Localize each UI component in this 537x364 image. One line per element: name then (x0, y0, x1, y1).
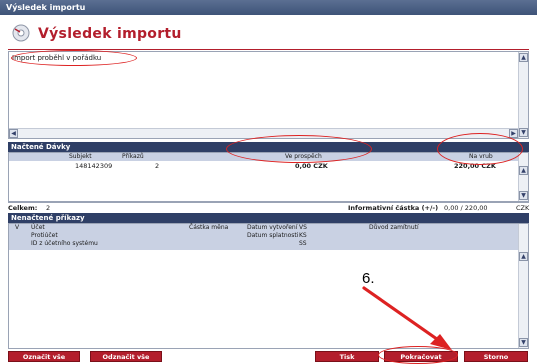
col-date-due: Datum splatnosti (247, 232, 299, 239)
col-v: V (15, 224, 20, 231)
scroll-down-icon[interactable]: ▼ (519, 191, 528, 200)
scroll-up-icon[interactable]: ▲ (519, 252, 528, 261)
totals-label: Celkem: (8, 204, 38, 212)
table-row[interactable]: 148142309 2 0,00 CZK 220,00 CZK (9, 162, 518, 171)
mark-all-button[interactable]: Označit vše (8, 351, 80, 362)
loaded-vertical-scrollbar[interactable]: ▲ ▼ (518, 153, 528, 201)
window-title: Výsledek importu (6, 3, 86, 12)
col-counter-account: Protiúčet (31, 232, 58, 239)
unloaded-vertical-scrollbar[interactable]: ▲ ▼ (518, 224, 528, 348)
disk-icon (12, 24, 30, 42)
row-orders: 2 (155, 162, 160, 170)
col-orders: Příkazů (122, 153, 144, 160)
col-date-created: Datum vytvoření (247, 224, 298, 231)
pointer-arrow-icon (362, 286, 452, 350)
highlight-ellipse-message (11, 50, 137, 66)
totals-bar: Celkem: 2 Informativní částka (+/-) 0,00… (8, 202, 529, 213)
col-ks: KS (299, 232, 307, 239)
row-credit: 0,00 CZK (295, 162, 328, 170)
scroll-up-icon[interactable]: ▲ (519, 166, 528, 175)
row-subject: 148142309 (75, 162, 113, 170)
totals-count: 2 (46, 204, 51, 212)
unloaded-orders-section-title: Nenačtené příkazy (8, 213, 529, 223)
info-amount-value: 0,00 / 220,00 (444, 204, 488, 212)
page-title: Výsledek importu (38, 26, 182, 42)
col-account: Účet (31, 224, 45, 231)
unloaded-orders-header: V Účet Protiúčet ID z účetního systému Č… (9, 224, 518, 250)
page-header: Výsledek importu (8, 22, 529, 50)
col-amount-currency: Částka měna (189, 224, 229, 231)
highlight-ellipse-debit (437, 133, 523, 165)
scroll-up-icon[interactable]: ▲ (519, 53, 528, 62)
scroll-down-icon[interactable]: ▼ (519, 128, 528, 137)
scroll-right-icon[interactable]: ▶ (509, 129, 518, 138)
highlight-ellipse-credit (226, 135, 372, 163)
unmark-all-button[interactable]: Odznačit vše (90, 351, 162, 362)
window-titlebar: Výsledek importu (0, 0, 537, 15)
col-reject-reason: Důvod zamítnutí (369, 224, 419, 231)
info-amount-label: Informativní částka (+/-) (348, 204, 439, 212)
col-ss: SS (299, 240, 307, 247)
col-vs: VS (299, 224, 307, 231)
scroll-down-icon[interactable]: ▼ (519, 338, 528, 347)
col-system-id: ID z účetního systému (31, 240, 98, 247)
info-amount-currency: CZK (516, 204, 530, 212)
message-vertical-scrollbar[interactable]: ▲ ▼ (518, 52, 528, 138)
scroll-left-icon[interactable]: ◀ (9, 129, 18, 138)
col-subject: Subjekt (69, 153, 92, 160)
